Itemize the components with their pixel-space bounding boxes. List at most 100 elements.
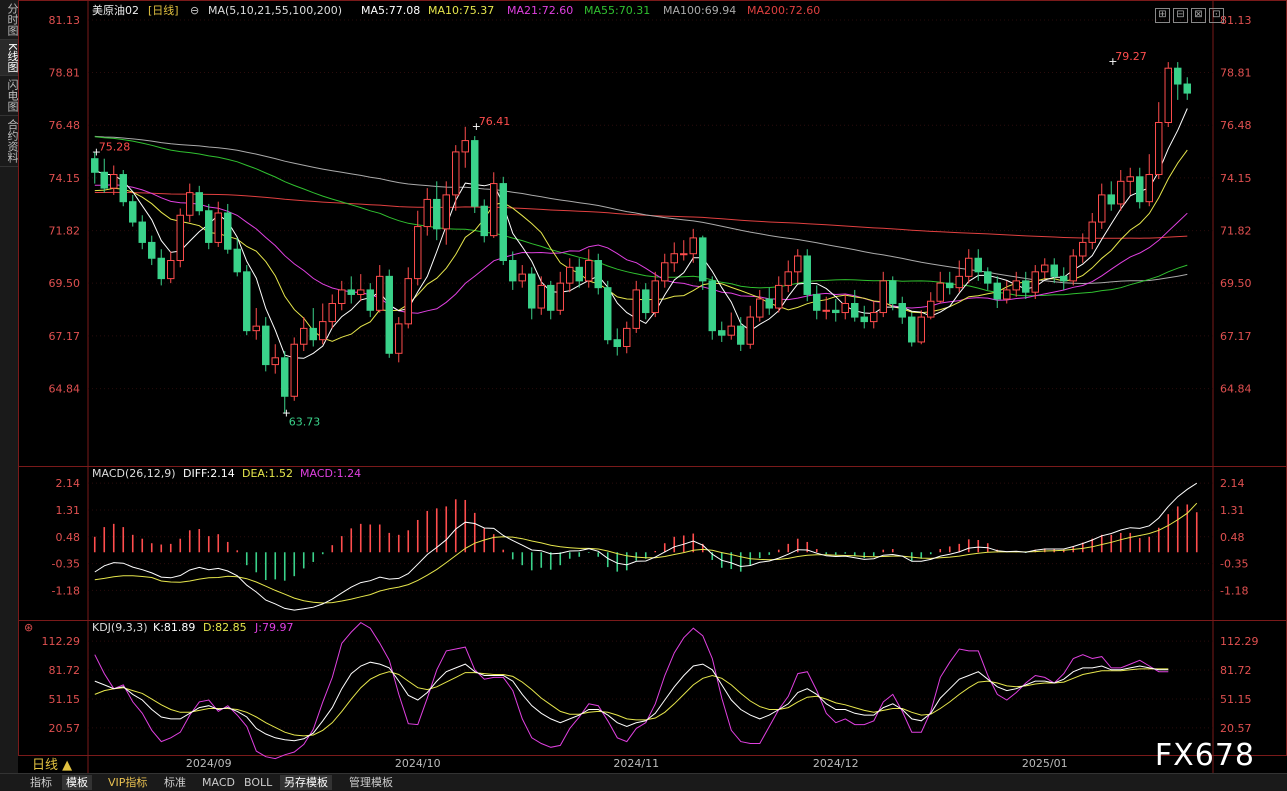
chart-area: +75.28+76.41+63.73+79.27 81.13 81.1378.81… [18, 0, 1287, 773]
candle-down [243, 271, 251, 332]
bottom-tab-3[interactable]: 标准 [160, 775, 190, 790]
restore-icon[interactable]: ⊡ [1209, 8, 1224, 23]
candle-up [186, 192, 194, 216]
bottom-tab-1[interactable]: 模板 [62, 775, 92, 790]
candle-up [404, 278, 412, 325]
sidebar-tab-2[interactable]: 闪电图 [0, 76, 19, 117]
y-tick-label-right: -1.18 [1220, 584, 1248, 597]
candle-down [813, 293, 821, 311]
symbol-label: 美原油02 [92, 3, 139, 17]
bottom-tab-5[interactable]: BOLL [240, 775, 276, 790]
ma5-value: MA5:77.08 [361, 4, 420, 17]
sidebar-tab-1[interactable]: K线图 [0, 40, 19, 77]
fullscreen-icon[interactable]: ⊠ [1191, 8, 1206, 23]
y-tick-label-left: 69.50 [49, 277, 81, 290]
candle-up [328, 303, 336, 323]
bottom-tab-0[interactable]: 指标 [26, 775, 56, 790]
candle-up [423, 198, 431, 228]
candle-up [490, 183, 498, 237]
candle-up [1031, 271, 1039, 293]
watermark: FX678 [1154, 738, 1255, 773]
candle-down [708, 280, 716, 332]
candle-down [433, 198, 441, 230]
candle-down [604, 287, 612, 341]
candle-up [376, 275, 384, 311]
candle-down [309, 327, 317, 341]
zoom-in-icon[interactable]: ⊞ [1155, 8, 1170, 23]
y-tick-label-right: 64.84 [1220, 383, 1252, 396]
candle-down [195, 192, 203, 212]
x-tick-label: 2024/09 [186, 757, 232, 770]
candle-down [528, 273, 536, 309]
sidebar-tab-0[interactable]: 分时图 [0, 0, 19, 40]
x-tick-label: 2024/11 [613, 757, 659, 770]
y-tick-label-right: 74.15 [1220, 172, 1252, 185]
candle-up [1117, 180, 1125, 205]
candle-up [623, 327, 631, 347]
candle-down [1174, 67, 1182, 85]
kdj-indicator-icon[interactable]: ⊛ [24, 621, 33, 634]
candle-down [1183, 83, 1191, 94]
candle-up [1003, 289, 1011, 300]
ma100-value: MA100:69.94 [663, 4, 736, 17]
candle-down [974, 257, 982, 273]
candle-up [556, 282, 564, 311]
candle-up [1041, 264, 1049, 273]
y-tick-label-left: 51.15 [49, 693, 81, 706]
y-tick-label-right: 51.15 [1220, 693, 1252, 706]
kdj-d-value: D:82.85 [203, 621, 247, 634]
y-tick-label-left: 2.14 [56, 477, 81, 490]
y-tick-label-left: 1.31 [56, 504, 81, 517]
candle-down [157, 257, 165, 280]
candle-up [271, 357, 279, 366]
settings-icon[interactable]: ⊖ [190, 4, 199, 17]
candle-down [281, 357, 289, 397]
zoom-out-icon[interactable]: ⊟ [1173, 8, 1188, 23]
period-label: [日线] [148, 3, 179, 17]
candle-down [1136, 176, 1144, 203]
candle-up [1098, 194, 1106, 223]
candle-up [357, 289, 365, 295]
candle-up [1145, 174, 1153, 203]
candle-up [756, 298, 764, 318]
candle-up [927, 300, 935, 318]
bottom-tab-7[interactable]: 管理模板 [345, 775, 397, 790]
candle-down [91, 158, 99, 173]
y-tick-label-right: 1.31 [1220, 504, 1245, 517]
candle-down [889, 280, 897, 305]
candle-up [1164, 67, 1172, 123]
candle-down [908, 316, 916, 343]
candle-down [1060, 275, 1068, 282]
candle-up [936, 282, 944, 302]
candle-up [1088, 221, 1096, 243]
y-tick-label-right: 69.50 [1220, 277, 1252, 290]
bottom-tab-2[interactable]: VIP指标 [104, 775, 151, 790]
candle-up [442, 194, 450, 230]
extreme-label: 63.73 [289, 416, 321, 429]
bottom-tab-4[interactable]: MACD [198, 775, 239, 790]
candle-down [737, 325, 745, 345]
y-tick-label-right: 76.48 [1220, 119, 1252, 132]
candle-up [300, 327, 308, 345]
candle-up [746, 316, 754, 345]
y-tick-label-left: -1.18 [52, 584, 80, 597]
candle-up [879, 280, 887, 314]
candle-down [138, 221, 146, 243]
sidebar-tab-3[interactable]: 合约资料 [0, 116, 19, 168]
candle-up [955, 275, 963, 289]
kdj-k-value: K:81.89 [153, 621, 195, 634]
candle-up [1126, 176, 1134, 182]
candle-down [547, 284, 555, 311]
y-tick-label-left: 0.48 [56, 531, 81, 544]
y-tick-label-right: 71.82 [1220, 225, 1252, 238]
bottom-tab-6[interactable]: 另存模板 [280, 775, 332, 790]
y-tick-label-left: 64.84 [49, 383, 81, 396]
period-selector-button[interactable]: 日线 ▲ [32, 758, 72, 773]
candle-up [784, 271, 792, 286]
y-tick-label-left: 78.81 [49, 66, 81, 79]
candle-up [214, 212, 222, 243]
macd-dea-value: DEA:1.52 [242, 467, 293, 480]
candle-up [661, 262, 669, 282]
candle-down [148, 241, 156, 259]
candle-up [461, 140, 469, 153]
